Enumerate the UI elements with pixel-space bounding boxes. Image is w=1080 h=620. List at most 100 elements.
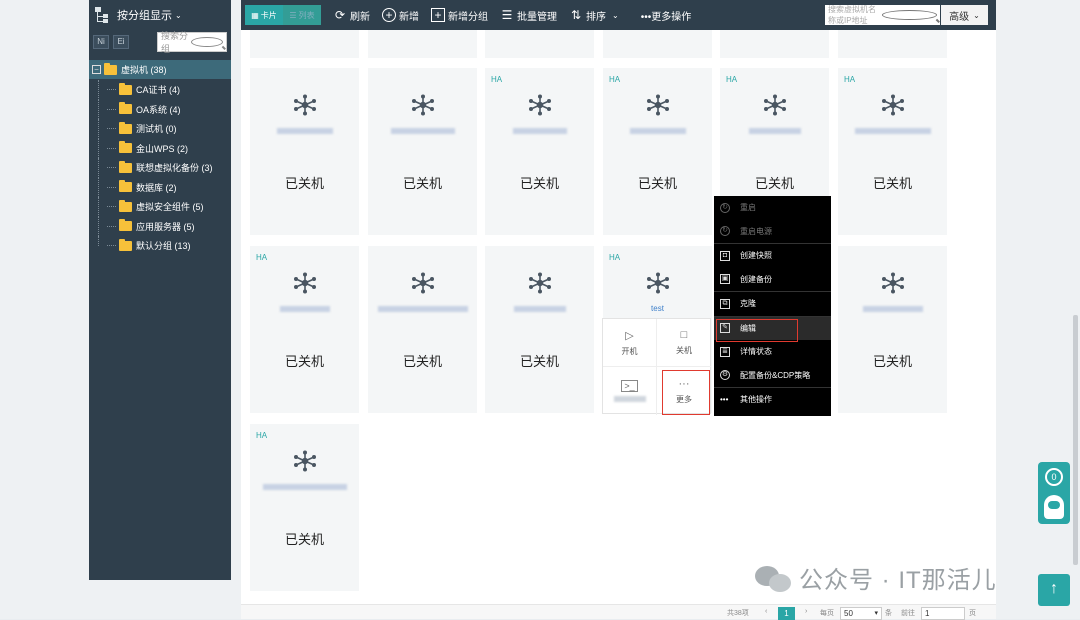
goto-page-input[interactable]: 1: [921, 607, 965, 620]
vm-status: 已关机: [284, 354, 324, 369]
folder-icon: [104, 62, 117, 75]
vm-card[interactable]: 已关机: [368, 68, 477, 235]
folder-icon: [119, 238, 132, 251]
tree-item-label: 应用服务器 (5): [136, 221, 195, 232]
tree-item-label: 数据库 (2): [136, 182, 177, 193]
menu-item-label: 克隆: [740, 299, 756, 309]
list-view-button[interactable]: ☰ 列表: [283, 5, 321, 25]
menu-item-other[interactable]: ••• 其他操作: [714, 388, 831, 412]
page-1-button[interactable]: 1: [778, 607, 795, 620]
tree-item-group[interactable]: 金山WPS (2): [89, 138, 231, 158]
plus-circle-icon: +: [382, 8, 396, 22]
menu-item-label: 其他操作: [740, 395, 772, 405]
vm-card[interactable]: 已关机: [485, 246, 594, 413]
folder-icon: [119, 219, 132, 232]
vm-card-partial[interactable]: [485, 30, 594, 58]
power-off-label: 关机: [676, 346, 692, 355]
vm-card[interactable]: HA 已关机: [603, 68, 712, 235]
vm-card[interactable]: HA 已关机: [838, 68, 947, 235]
tree-item-group[interactable]: 测试机 (0): [89, 119, 231, 139]
vm-card[interactable]: HA 已关机: [250, 424, 359, 591]
vm-card-partial[interactable]: [838, 30, 947, 58]
gear-icon: ⚙: [720, 370, 730, 381]
menu-item-clone[interactable]: ⧉ 克隆: [714, 292, 831, 316]
vm-name-blurred: [854, 128, 931, 134]
vm-card-partial[interactable]: [250, 30, 359, 58]
search-icon[interactable]: [191, 37, 223, 47]
clone-icon: ⧉: [720, 298, 730, 309]
chevron-down-icon: ⌄: [175, 10, 182, 20]
vm-card[interactable]: HA 已关机: [485, 68, 594, 235]
menu-item-backup[interactable]: ▣ 创建备份: [714, 268, 831, 292]
vm-name-blurred: [276, 128, 333, 134]
prev-page-button[interactable]: ‹: [765, 608, 767, 615]
sort-button[interactable]: ⇅ 排序 ⌄: [569, 8, 619, 23]
menu-item-power-cycle[interactable]: ↻ 重启电源: [714, 220, 831, 244]
tree-item-label: 默认分组 (13): [136, 241, 191, 252]
watermark-text: 公众号 · IT那活儿: [799, 567, 997, 594]
vm-card[interactable]: 已关机: [838, 246, 947, 413]
refresh-button[interactable]: ⟳ 刷新: [333, 8, 370, 23]
menu-item-backup-policy[interactable]: ⚙ 配置备份&CDP策略: [714, 364, 831, 388]
collapse-all-button[interactable]: Ei: [113, 35, 129, 49]
menu-item-snapshot[interactable]: ◘ 创建快照: [714, 244, 831, 268]
scrollbar[interactable]: [1073, 315, 1078, 565]
vm-search-placeholder: 搜索虚拟机名称或IP地址: [828, 5, 876, 25]
assistant-widget[interactable]: 0: [1038, 462, 1070, 524]
vm-icon: [411, 272, 435, 294]
group-search-input[interactable]: 搜索分组: [157, 31, 227, 54]
collapse-icon[interactable]: −: [92, 65, 101, 74]
back-to-top-button[interactable]: ↑: [1038, 574, 1070, 606]
vm-card[interactable]: 已关机: [250, 68, 359, 235]
tree-item-group[interactable]: 虚拟安全组件 (5): [89, 197, 231, 217]
vm-card[interactable]: HA 已关机: [250, 246, 359, 413]
more-ops-button[interactable]: •••更多操作: [641, 8, 692, 23]
tree-item-group[interactable]: OA系统 (4): [89, 99, 231, 119]
tree-item-group[interactable]: 默认分组 (13): [89, 236, 231, 256]
add-group-button[interactable]: + 新增分组: [431, 8, 488, 23]
vm-icon: [411, 94, 435, 116]
expand-all-button[interactable]: Ni: [93, 35, 109, 49]
tree-item-group[interactable]: 联想虚拟化备份 (3): [89, 158, 231, 178]
group-list: CA证书 (4) OA系统 (4) 测试机 (0) 金山WPS (2) 联想虚拟…: [89, 80, 231, 256]
arrow-up-icon: ↑: [1050, 580, 1058, 597]
total-count: 共38项: [727, 610, 749, 617]
edit-highlight-box: [716, 319, 798, 342]
search-icon[interactable]: [881, 10, 937, 20]
backup-icon: ▣: [720, 274, 730, 285]
per-page-select[interactable]: 50 ▾: [840, 607, 882, 620]
folder-icon: [119, 141, 132, 154]
power-off-button[interactable]: □ 关机: [657, 319, 711, 367]
folder-icon: [119, 199, 132, 212]
console-button[interactable]: >_: [603, 367, 657, 415]
vm-card-partial[interactable]: [368, 30, 477, 58]
tree-item-group[interactable]: CA证书 (4): [89, 80, 231, 100]
vm-icon: [293, 450, 317, 472]
app-window: 按分组显示 ⌄ Ni Ei 搜索分组 − 虚拟机 (38) CA证书 (4) O…: [0, 0, 1080, 620]
add-button[interactable]: + 新增: [382, 8, 419, 23]
tree-item-group[interactable]: 应用服务器 (5): [89, 216, 231, 236]
vm-card-partial[interactable]: [720, 30, 829, 58]
tree-item-group[interactable]: 数据库 (2): [89, 177, 231, 197]
folder-icon: [119, 160, 132, 173]
advanced-search-button[interactable]: 高级 ⌄: [941, 5, 988, 25]
vm-card[interactable]: 已关机: [368, 246, 477, 413]
group-display-toggle[interactable]: 按分组显示 ⌄: [89, 0, 231, 30]
tree-root-vm[interactable]: − 虚拟机 (38): [89, 60, 231, 79]
tree-structure-icon: [93, 6, 109, 24]
menu-item-label: 配置备份&CDP策略: [740, 370, 811, 380]
add-group-label: 新增分组: [448, 11, 488, 23]
tree-item-label: OA系统 (4): [136, 104, 181, 115]
power-on-button[interactable]: ▷ 开机: [603, 319, 657, 367]
vm-status: 已关机: [637, 176, 677, 191]
more-highlight-box: [662, 370, 710, 415]
menu-item-label: 创建快照: [740, 251, 772, 261]
menu-item-details[interactable]: ≣ 详情状态: [714, 340, 831, 364]
menu-item-restart[interactable]: ↻ 重启: [714, 196, 831, 220]
next-page-button[interactable]: ›: [805, 608, 807, 615]
batch-manage-button[interactable]: ☰ 批量管理: [500, 8, 557, 23]
card-view-button[interactable]: ▦ 卡片: [245, 5, 283, 25]
vm-card-partial[interactable]: [603, 30, 712, 58]
vm-search-input[interactable]: 搜索虚拟机名称或IP地址: [825, 5, 940, 25]
vm-name[interactable]: test: [651, 304, 664, 313]
